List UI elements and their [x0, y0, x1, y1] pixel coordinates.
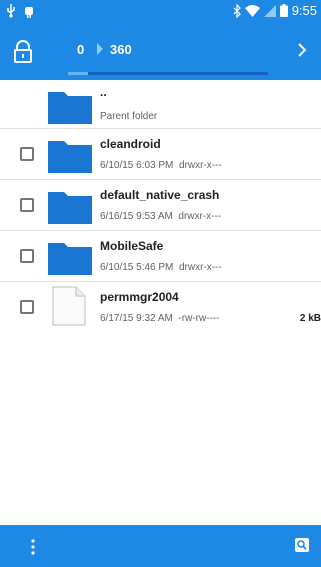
chevron-right-icon[interactable] [297, 42, 307, 58]
bluetooth-icon [233, 3, 241, 18]
status-bar: 9:55 [0, 0, 321, 24]
breadcrumb-root[interactable]: 0 [77, 42, 84, 57]
item-checkbox[interactable] [20, 147, 34, 161]
wifi-icon [244, 4, 260, 17]
item-meta: 6/16/15 9:53 AM drwxr-x--- [100, 211, 222, 222]
list-item[interactable]: cleandroid 6/10/15 6:03 PM drwxr-x--- [0, 129, 321, 180]
folder-icon [48, 192, 92, 224]
list-item[interactable]: MobileSafe 6/10/15 5:46 PM drwxr-x--- [0, 231, 321, 282]
list-item[interactable]: permmgr2004 6/17/15 9:32 AM -rw-rw---- 2… [0, 282, 321, 332]
list-item-parent-folder[interactable]: .. Parent folder [0, 80, 321, 129]
battery-icon [279, 4, 288, 17]
item-name: .. [100, 85, 107, 99]
item-meta: 6/17/15 9:32 AM -rw-rw---- [100, 313, 220, 324]
signal-off-icon [263, 4, 276, 17]
breadcrumb-current[interactable]: 360 [110, 42, 132, 57]
item-meta: 6/10/15 6:03 PM drwxr-x--- [100, 160, 222, 171]
usb-icon [7, 4, 15, 18]
file-icon [52, 286, 86, 326]
item-name: permmgr2004 [100, 290, 179, 304]
bottom-action-bar [0, 525, 321, 567]
android-icon [25, 7, 33, 18]
folder-icon [48, 243, 92, 275]
more-vertical-icon[interactable] [30, 539, 36, 555]
item-name: cleandroid [100, 137, 161, 151]
item-checkbox[interactable] [20, 249, 34, 263]
folder-icon [48, 92, 92, 124]
breadcrumb-separator-icon [97, 43, 103, 55]
item-size: 2 kB [299, 313, 321, 324]
file-list: .. Parent folder cleandroid 6/10/15 6:03… [0, 80, 321, 332]
item-meta: 6/10/15 5:46 PM drwxr-x--- [100, 262, 222, 273]
item-name: default_native_crash [100, 188, 220, 202]
item-name: MobileSafe [100, 239, 164, 253]
lock-icon[interactable] [12, 40, 34, 64]
item-checkbox[interactable] [20, 300, 34, 314]
progress-bar [68, 72, 268, 75]
search-button[interactable] [295, 538, 309, 552]
item-checkbox[interactable] [20, 198, 34, 212]
list-item[interactable]: default_native_crash 6/16/15 9:53 AM drw… [0, 180, 321, 231]
progress-fill [68, 72, 88, 75]
folder-icon [48, 141, 92, 173]
search-icon [297, 540, 307, 550]
status-time: 9:55 [291, 3, 317, 18]
path-toolbar: 0 360 [0, 24, 321, 80]
item-meta: Parent folder [100, 111, 158, 122]
